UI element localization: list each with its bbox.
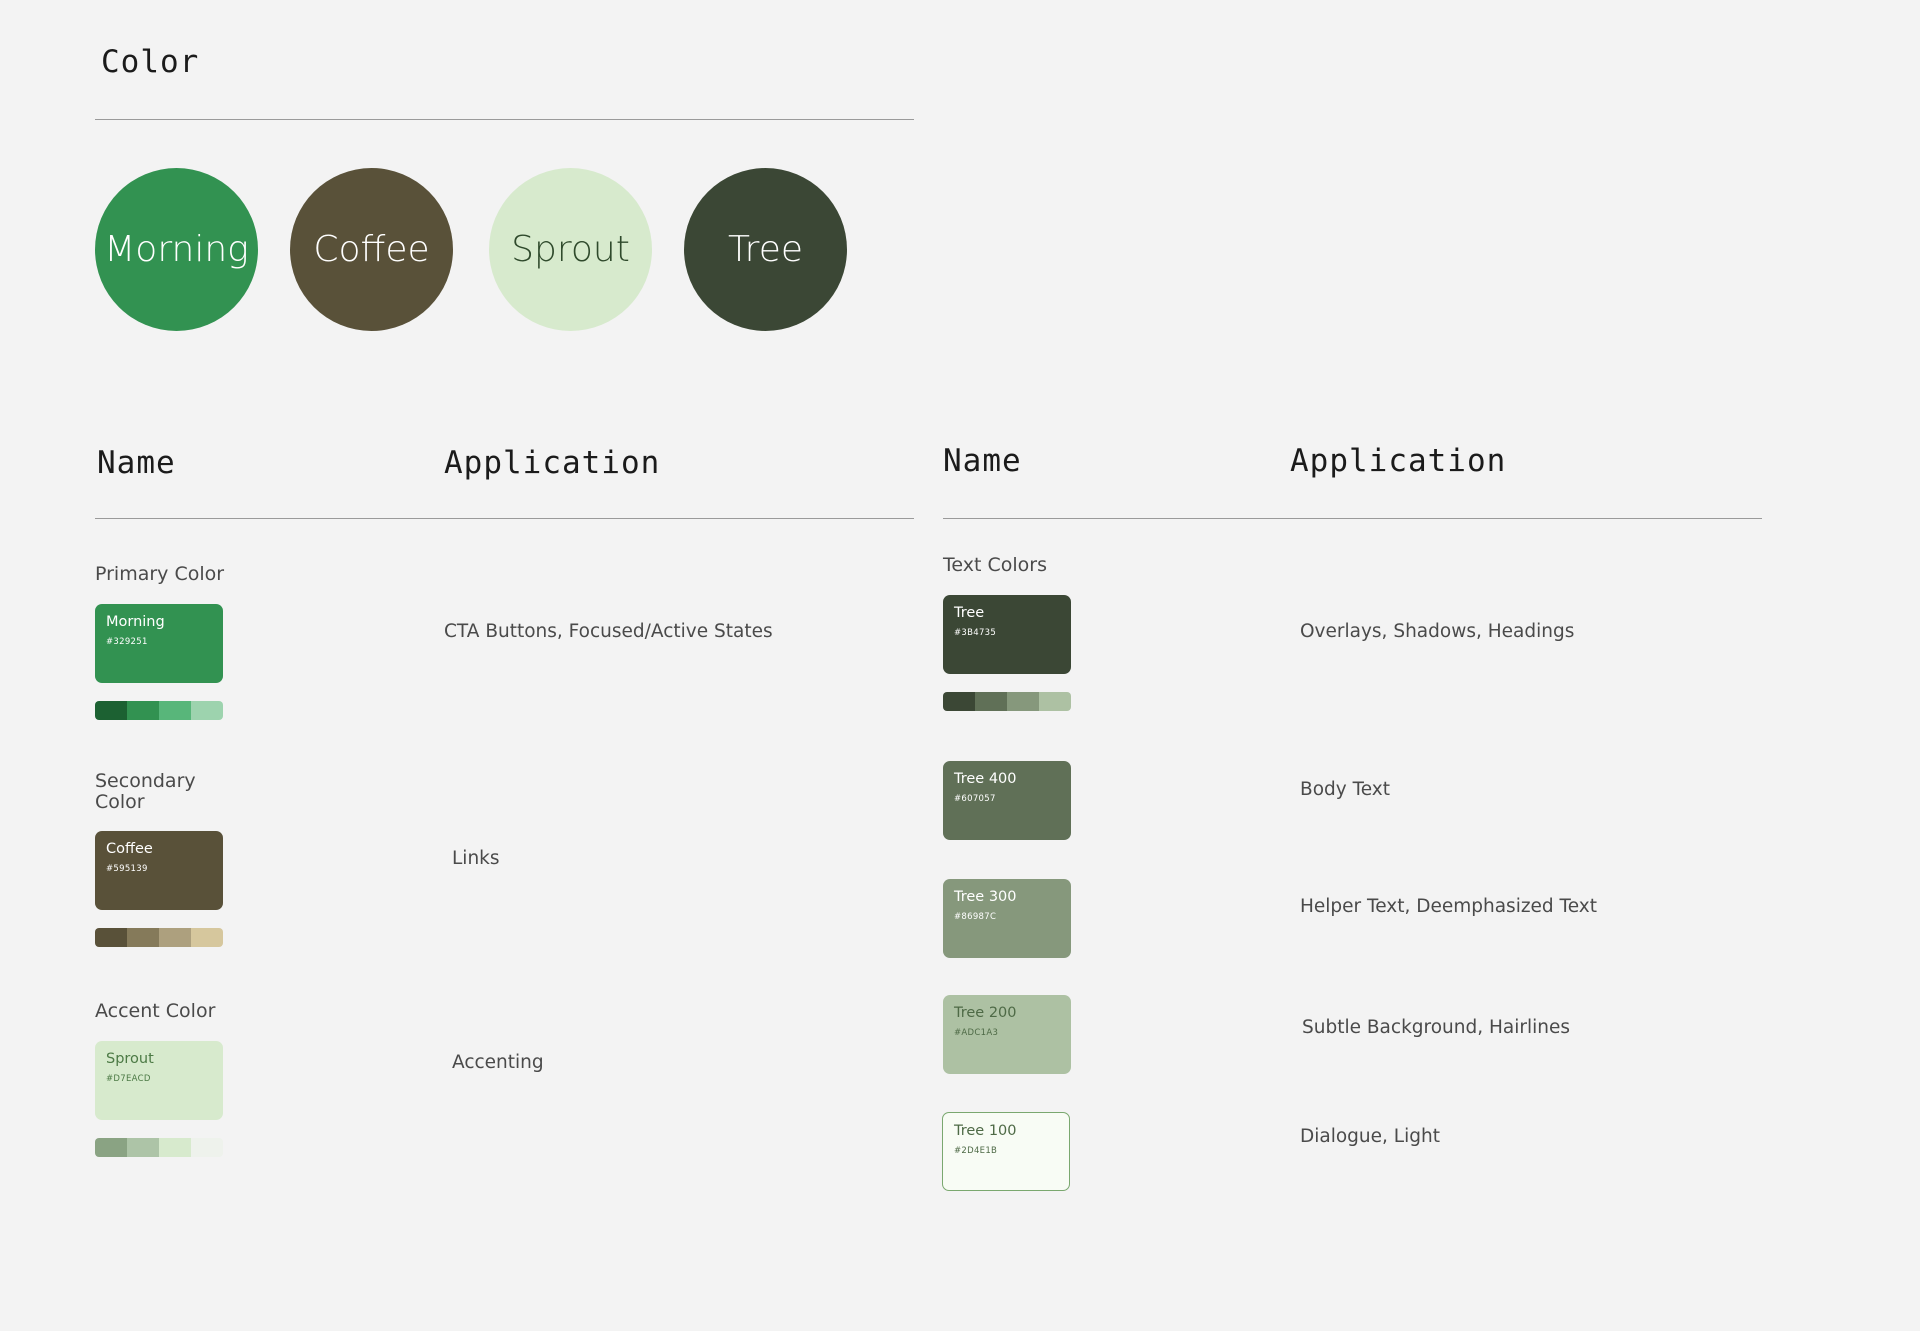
application-tree: Overlays, Shadows, Headings xyxy=(1300,621,1575,642)
swatch-coffee: Coffee #595139 xyxy=(95,831,223,910)
swatch-morning: Morning #329251 xyxy=(95,604,223,683)
tint-chip xyxy=(127,701,159,720)
swatch-name: Tree 100 xyxy=(954,1123,1017,1139)
application-tree-200: Subtle Background, Hairlines xyxy=(1302,1017,1571,1038)
swatch-name: Sprout xyxy=(106,1051,154,1067)
circle-tree: Tree xyxy=(684,168,847,331)
circle-morning: Morning xyxy=(95,168,258,331)
page-title: Color xyxy=(101,44,200,80)
tint-strip-primary xyxy=(95,701,223,720)
left-name-header: Name xyxy=(97,445,176,481)
left-table-divider xyxy=(95,518,914,519)
application-primary: CTA Buttons, Focused/Active States xyxy=(444,621,773,642)
tint-chip xyxy=(95,1138,127,1157)
tint-chip xyxy=(1039,692,1071,711)
application-tree-400: Body Text xyxy=(1300,779,1390,800)
application-accent: Accenting xyxy=(452,1052,544,1073)
swatch-name: Coffee xyxy=(106,841,153,857)
right-name-header: Name xyxy=(943,443,1022,479)
group-label-primary: Primary Color xyxy=(95,563,225,585)
left-application-header: Application xyxy=(444,445,661,481)
swatch-name: Tree xyxy=(954,605,985,621)
circle-label: Coffee xyxy=(313,229,430,270)
right-application-header: Application xyxy=(1290,443,1507,479)
tint-chip xyxy=(191,928,223,947)
tint-chip xyxy=(127,928,159,947)
tint-chip xyxy=(159,1138,191,1157)
tint-chip xyxy=(1007,692,1039,711)
circle-label: Sprout xyxy=(511,229,630,270)
tint-chip xyxy=(95,701,127,720)
tint-chip xyxy=(159,928,191,947)
swatch-hex: #2D4E1B xyxy=(954,1146,998,1156)
swatch-name: Tree 300 xyxy=(954,889,1017,905)
tint-chip xyxy=(159,701,191,720)
swatch-hex: #D7EACD xyxy=(106,1074,151,1084)
tint-strip-accent xyxy=(95,1138,223,1157)
circle-coffee: Coffee xyxy=(290,168,453,331)
title-divider xyxy=(95,119,914,120)
swatch-hex: #86987C xyxy=(954,912,997,922)
swatch-name: Tree 400 xyxy=(954,771,1017,787)
application-tree-100: Dialogue, Light xyxy=(1300,1126,1440,1147)
circle-label: Morning xyxy=(104,229,249,270)
right-table-divider xyxy=(943,518,1762,519)
group-label-text-colors: Text Colors xyxy=(943,554,1047,576)
tint-chip xyxy=(191,701,223,720)
tint-chip xyxy=(191,1138,223,1157)
swatch-tree-400: Tree 400 #607057 xyxy=(943,761,1071,840)
tint-strip-tree xyxy=(943,692,1071,711)
swatch-sprout: Sprout #D7EACD xyxy=(95,1041,223,1120)
circle-label: Tree xyxy=(727,229,803,270)
application-secondary: Links xyxy=(452,848,500,869)
group-label-secondary: Secondary Color xyxy=(95,770,196,813)
tint-strip-secondary xyxy=(95,928,223,947)
tint-chip xyxy=(943,692,975,711)
application-tree-300: Helper Text, Deemphasized Text xyxy=(1300,896,1597,917)
swatch-hex: #ADC1A3 xyxy=(954,1028,999,1038)
swatch-hex: #3B4735 xyxy=(954,628,997,638)
swatch-tree-200: Tree 200 #ADC1A3 xyxy=(943,995,1071,1074)
swatch-name: Tree 200 xyxy=(954,1005,1017,1021)
tint-chip xyxy=(127,1138,159,1157)
swatch-hex: #595139 xyxy=(106,864,148,874)
tint-chip xyxy=(975,692,1007,711)
swatch-tree-300: Tree 300 #86987C xyxy=(943,879,1071,958)
group-label-accent: Accent Color xyxy=(95,1000,216,1022)
swatch-hex: #607057 xyxy=(954,794,996,804)
circle-sprout: Sprout xyxy=(489,168,652,331)
tint-chip xyxy=(95,928,127,947)
swatch-tree: Tree #3B4735 xyxy=(943,595,1071,674)
swatch-tree-100: Tree 100 #2D4E1B xyxy=(942,1112,1070,1191)
swatch-hex: #329251 xyxy=(106,637,148,647)
swatch-name: Morning xyxy=(106,614,165,630)
